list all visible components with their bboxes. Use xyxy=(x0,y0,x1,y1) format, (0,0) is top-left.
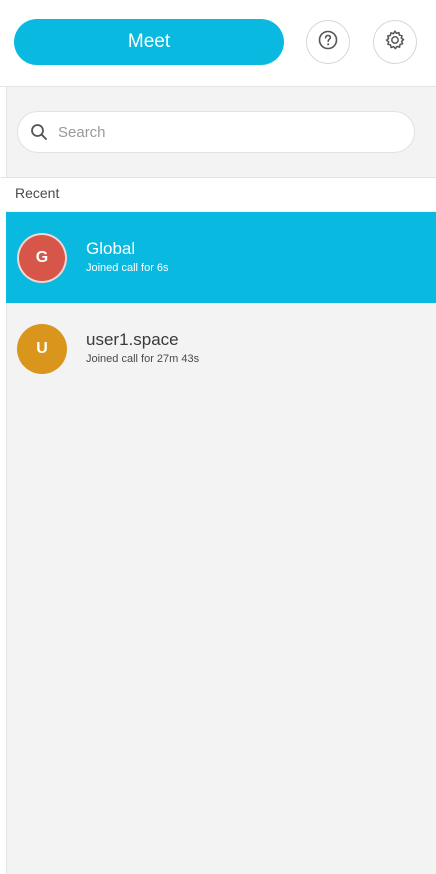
meet-button[interactable]: Meet xyxy=(14,19,284,65)
room-status: Joined call for 6s xyxy=(86,262,169,274)
recent-label: Recent xyxy=(15,185,60,201)
room-name: Global xyxy=(86,239,136,258)
search-box[interactable] xyxy=(17,111,415,153)
room-status: Joined call for 27m 43s xyxy=(86,353,200,365)
room-name: user1.space xyxy=(86,330,179,349)
settings-button[interactable] xyxy=(373,20,417,64)
help-circle-icon xyxy=(317,29,339,56)
recent-section-header: Recent xyxy=(1,177,436,211)
search-icon xyxy=(28,121,50,143)
sidebar-panel: Recent G Global Joined call for 6s U use… xyxy=(1,87,436,874)
gear-icon xyxy=(383,28,407,57)
recent-list: G Global Joined call for 6s U user1.spac… xyxy=(6,212,436,394)
list-item[interactable]: G Global Joined call for 6s xyxy=(6,212,436,303)
app-window: Meet Search Recent G Global Joined call … xyxy=(0,0,436,874)
avatar: G xyxy=(17,233,67,283)
search-area xyxy=(7,87,436,175)
help-button[interactable] xyxy=(306,20,350,64)
avatar: U xyxy=(17,324,67,374)
list-item[interactable]: U user1.space Joined call for 27m 43s xyxy=(6,303,436,394)
search-input[interactable] xyxy=(56,122,390,142)
top-bar: Meet xyxy=(0,0,436,86)
